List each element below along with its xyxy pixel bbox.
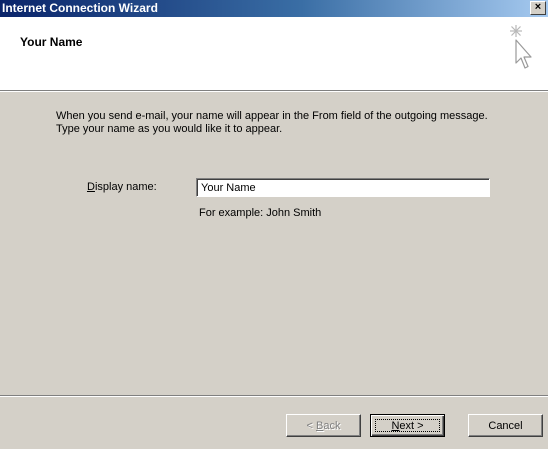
next-button-focus-rect bbox=[375, 419, 440, 432]
footer-divider-highlight bbox=[0, 396, 548, 397]
instructions: When you send e-mail, your name will app… bbox=[56, 110, 526, 136]
display-name-example: For example: John Smith bbox=[199, 207, 322, 219]
page-title: Your Name bbox=[20, 35, 83, 49]
display-name-label: Display name: bbox=[87, 181, 157, 193]
back-button-text: ack bbox=[323, 419, 341, 432]
close-icon: × bbox=[534, 1, 542, 13]
back-button-prefix: < bbox=[306, 419, 316, 432]
header-divider bbox=[0, 91, 548, 92]
close-button[interactable]: × bbox=[530, 1, 546, 15]
title-bar[interactable]: Internet Connection Wizard × bbox=[0, 0, 548, 17]
back-button[interactable]: < Back bbox=[286, 414, 361, 437]
wizard-sparkle-cursor-icon bbox=[510, 25, 532, 69]
wizard-header: Your Name bbox=[0, 17, 548, 91]
display-name-input[interactable] bbox=[196, 178, 490, 197]
display-name-label-text: isplay name: bbox=[94, 181, 157, 193]
cancel-button[interactable]: Cancel bbox=[468, 414, 543, 437]
display-name-label-accel: D bbox=[87, 181, 95, 193]
instruction-line-2: Type your name as you would like it to a… bbox=[56, 123, 283, 135]
instruction-line-1: When you send e-mail, your name will app… bbox=[56, 110, 488, 122]
next-button[interactable]: Next > bbox=[370, 414, 445, 437]
window-title: Internet Connection Wizard bbox=[2, 1, 158, 15]
wizard-window: Internet Connection Wizard × Your Name W… bbox=[0, 0, 548, 449]
